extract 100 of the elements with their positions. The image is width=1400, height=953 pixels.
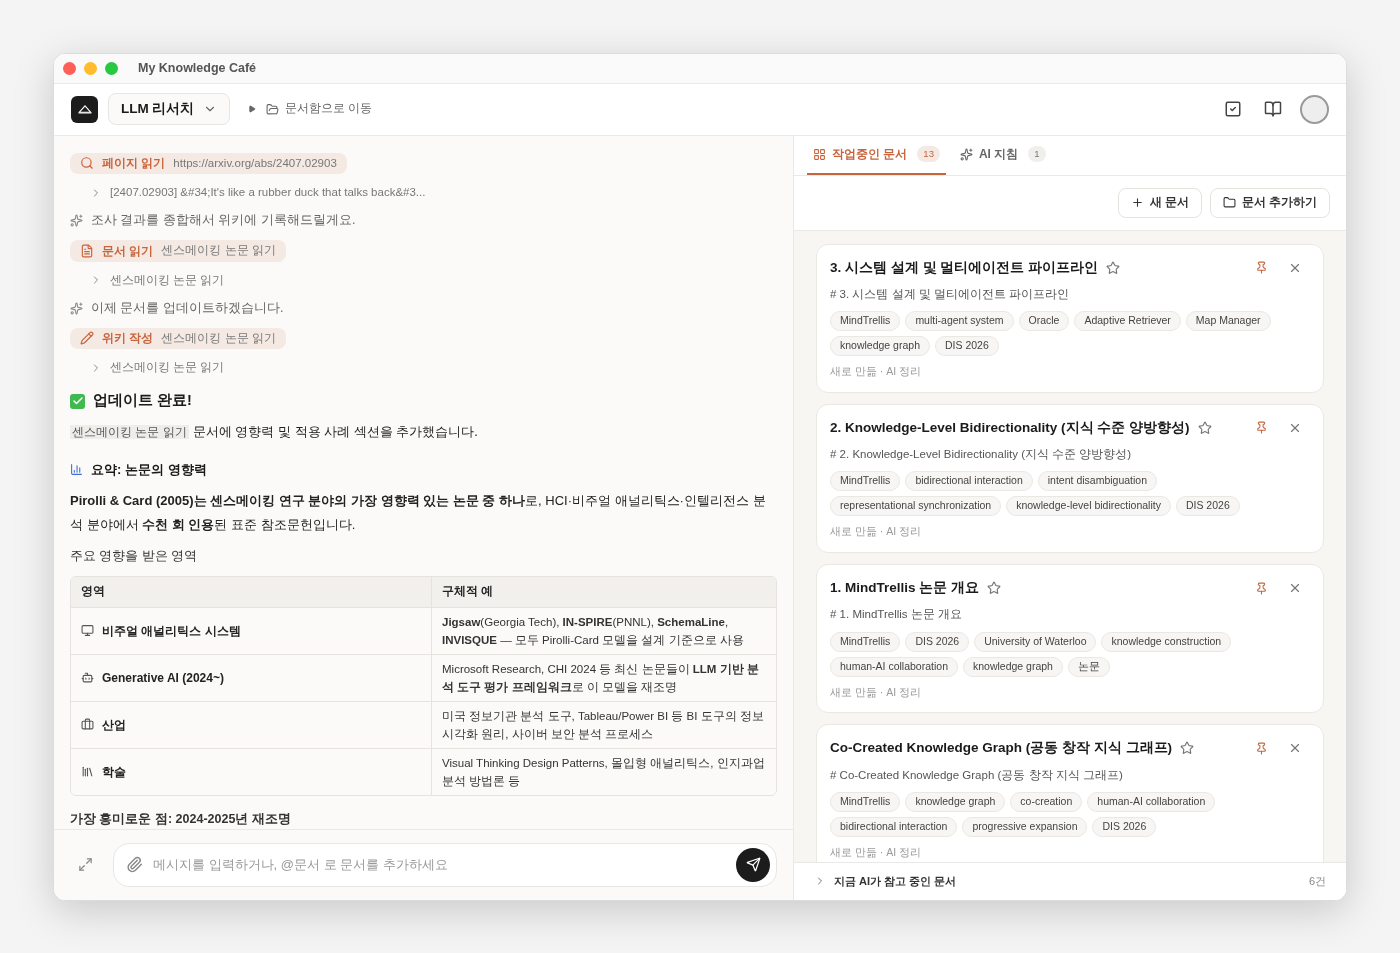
tool-call-chip[interactable]: 문서 읽기 센스메이킹 논문 읽기 [70,240,286,262]
section-heading: 요약: 논문의 영향력 [91,460,207,479]
table-cell-text: 미국 정보기관 분석 도구, Tableau/Power BI 등 BI 도구의 정보 시각화 원리, 사이버 보안 분석 프로세스 [442,708,765,742]
tag[interactable]: MindTrellis [830,631,901,652]
count-badge: 13 [917,145,940,163]
star-icon[interactable] [1180,741,1194,756]
tool-argument: 센스메이킹 논문 읽기 [161,243,276,259]
tool-result[interactable]: 센스메이킹 논문 읽기 [110,359,225,377]
panel-tab[interactable]: AI 지침 1 [953,135,1052,175]
summary-paragraph: Pirolli & Card (2005)는 센스메이킹 연구 분야의 가장 영향력 있는 논문 중 하나로, HCI·비주얼 애널리틱스·인텔리전스 분석 분야에서 수천 회 인용된 표준 참조문헌입니다. [70,492,767,534]
tag[interactable]: knowledge graph [905,791,1006,812]
tag[interactable]: Oracle [1018,311,1070,331]
tag[interactable]: University of Waterloo [974,631,1097,652]
card-subtitle: # 1. MindTrellis 논문 개요 [830,607,963,623]
document-card[interactable]: 1. MindTrellis 논문 개요 # 1. MindTrellis 논문 개요 MindTrellis DIS 2026 University of Waterloo knowledge construction human-AI collaboration knowledge graph 논문 새로 만듦 · AI 정리 [816,564,1324,714]
pin-icon[interactable] [1255,741,1268,755]
tool-argument: https://arxiv.org/abs/2407.02903 [173,155,337,171]
tag[interactable]: 논문 [1067,656,1110,677]
panel-tab[interactable]: 작업중인 문서 13 [807,135,946,175]
tag[interactable]: DIS 2026 [935,336,999,356]
tag[interactable]: knowledge-level bidirectionality [1006,496,1171,517]
pin-icon[interactable] [1255,421,1268,435]
breadcrumb-link[interactable]: 문서함으로 이동 [265,100,372,118]
tag[interactable]: MindTrellis [830,471,901,492]
card-title: 1. MindTrellis 논문 개요 [830,579,980,597]
send-button[interactable] [736,847,770,882]
pin-icon[interactable] [1255,581,1268,595]
folder-icon [265,102,279,116]
tag[interactable]: bidirectional interaction [830,816,958,837]
document-card[interactable] [816,724,1324,862]
pencil-icon [80,331,94,346]
sparkle-icon [959,147,973,161]
tool-name: 위키 작성 [102,330,154,348]
tag[interactable]: multi-agent system [905,311,1014,331]
table-cell-text: Visual Thinking Design Patterns, 몰입형 애널리틱스, 인지과업 분석 방법론 등 [442,755,766,789]
card-title: Co-Created Knowledge Graph (공동 창작 지식 그래프) [830,739,1172,758]
play-icon [247,105,256,113]
table-cell-text: Generative AI (2024~) [102,669,224,687]
reference-documents-toggle[interactable]: 지금 AI가 참고 중인 문서 [834,872,957,890]
tag[interactable]: knowledge construction [1101,631,1232,652]
briefcase-icon [81,718,94,732]
tag[interactable]: MindTrellis [830,791,901,812]
tag[interactable]: Adaptive Retriever [1074,311,1181,331]
document-icon [80,243,94,258]
add-documents-button[interactable]: 문서 추가하기 [1209,187,1330,218]
grid-icon [813,147,826,161]
bar-chart-icon [70,462,83,476]
tag[interactable]: MindTrellis [830,311,901,331]
star-icon[interactable] [987,581,1002,596]
update-summary: 센스메이킹 논문 읽기 문서에 영향력 및 적용 사례 섹션을 추가했습니다. [70,423,479,441]
message-field[interactable]: 메시지를 입력하거나, @문서 로 문서를 추가하세요 [153,854,726,875]
tag[interactable]: DIS 2026 [905,631,970,652]
book-icon[interactable] [1264,100,1282,118]
section-heading: 업데이트 완료! [93,391,192,411]
column-header: 구체적 예 [442,584,494,600]
tag[interactable]: knowledge graph [830,336,930,356]
tag[interactable]: intent disambiguation [1037,471,1157,492]
tool-call-chip[interactable]: 위키 작성 센스메이킹 논문 읽기 [70,327,286,349]
document-card[interactable] [816,403,1324,553]
tag[interactable]: progressive expansion [962,816,1088,837]
attach-icon[interactable] [126,856,143,873]
tool-result[interactable]: [2407.02903] &#34;It's like a rubber duck that talks back&#3... [110,184,426,202]
tool-result[interactable]: 센스메이킹 논문 읽기 [110,271,225,289]
tag[interactable]: representational synchronization [830,496,1002,517]
app-logo[interactable] [71,95,98,123]
document-reference[interactable]: 센스메이킹 논문 읽기 [70,425,189,439]
tag[interactable]: human-AI collaboration [830,656,958,677]
new-document-button[interactable]: 새 문서 [1117,187,1202,218]
sparkle-icon [70,214,83,228]
tag[interactable]: bidirectional interaction [905,471,1033,492]
tool-name: 문서 읽기 [102,242,154,260]
section-heading: 가장 흥미로운 점: 2024-2025년 재조명 [70,810,292,828]
tool-call-chip[interactable]: 페이지 읽기 https://arxiv.org/abs/2407.02903 [70,152,347,174]
sparkle-icon [70,301,83,315]
message-input[interactable]: 메시지를 입력하거나, @문서 로 문서를 추가하세요 [113,842,777,887]
search-icon [80,156,94,171]
card-subtitle: # 2. Knowledge-Level Bidirectionality (지식 수준 양방향성) [830,447,1133,462]
card-meta: 새로 만듦 · AI 정리 [830,844,923,860]
tag[interactable]: human-AI collaboration [1087,791,1216,812]
workspace-selector[interactable]: LLM 리서치 [108,93,230,125]
table-cell-text: Jigsaw(Georgia Tech), IN-SPIRE(PNNL), SchemaLine, INVISQUE — 모두 Pirolli-Card 모델을 설계 기준으로 사용 [442,614,745,648]
tag[interactable]: DIS 2026 [1175,496,1240,517]
table-cell-text: 학술 [102,763,126,781]
table-cell-text: Microsoft Research, CHI 2024 등 최신 논문들이 LLM 기반 분석 도구 평가 프레임워크로 이 모델을 재조명 [442,661,760,695]
user-avatar[interactable] [1300,94,1329,124]
pin-icon[interactable] [1255,261,1268,275]
tag[interactable]: co-creation [1010,791,1083,812]
table-caption: 주요 영향을 받은 영역 [70,548,199,565]
tag[interactable]: DIS 2026 [1092,816,1157,837]
robot-icon [81,671,94,685]
tag[interactable]: Map Manager [1185,311,1271,331]
star-icon[interactable] [1106,260,1120,275]
document-card[interactable]: 3. 시스템 설계 및 멀티에이전트 파이프라인 # 3. 시스템 설계 및 멀티에이전트 파이프라인 MindTrellis multi-agent system Oracle Adaptive Retriever Map Manager knowledge graph DIS 2026 새로 만듦 · AI 정리 [816,243,1324,393]
card-subtitle: # 3. 시스템 설계 및 멀티에이전트 파이프라인 [830,286,1071,302]
expand-icon[interactable] [78,857,93,872]
star-icon[interactable] [1197,420,1212,435]
assistant-note: 조사 결과를 종합해서 위키에 기록해드릴게요. [91,212,356,230]
tag[interactable]: knowledge graph [963,656,1063,677]
count-badge: 1 [1028,145,1046,163]
checkbox-icon[interactable] [1224,100,1242,118]
